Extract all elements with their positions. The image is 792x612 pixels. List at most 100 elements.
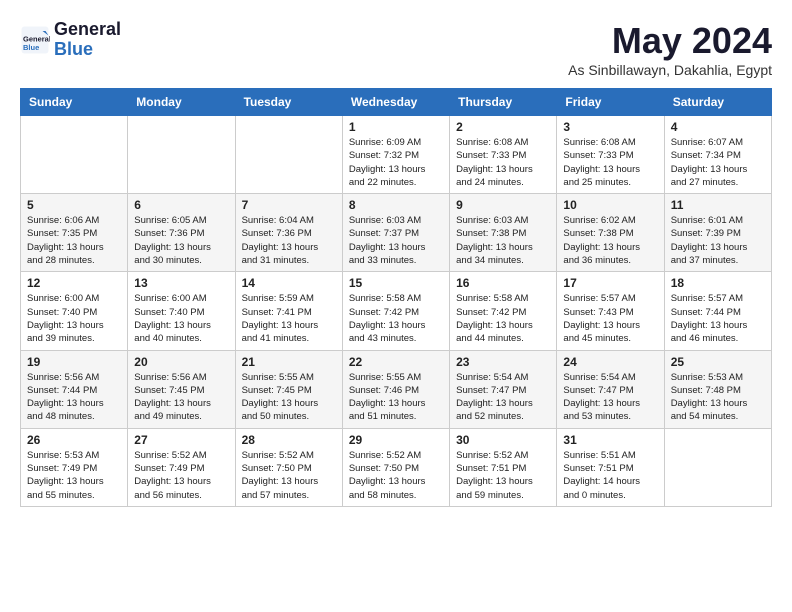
calendar-cell: 17 Sunrise: 5:57 AM Sunset: 7:43 PM Dayli… <box>557 272 664 350</box>
day-number: 2 <box>456 120 550 134</box>
weekday-header-thursday: Thursday <box>450 89 557 116</box>
calendar-cell: 16 Sunrise: 5:58 AM Sunset: 7:42 PM Dayli… <box>450 272 557 350</box>
day-number: 26 <box>27 433 121 447</box>
day-number: 29 <box>349 433 443 447</box>
day-info: Sunrise: 6:08 AM Sunset: 7:33 PM Dayligh… <box>563 136 657 189</box>
page-header: General Blue General Blue May 2024 As Si… <box>20 20 772 78</box>
day-info: Sunrise: 5:53 AM Sunset: 7:49 PM Dayligh… <box>27 449 121 502</box>
weekday-header-friday: Friday <box>557 89 664 116</box>
calendar-cell: 4 Sunrise: 6:07 AM Sunset: 7:34 PM Daylig… <box>664 116 771 194</box>
day-info: Sunrise: 5:58 AM Sunset: 7:42 PM Dayligh… <box>456 292 550 345</box>
calendar-cell: 21 Sunrise: 5:55 AM Sunset: 7:45 PM Dayli… <box>235 350 342 428</box>
calendar-cell: 7Sunrise: 6:04 AM Sunset: 7:36 PM Daylig… <box>235 194 342 272</box>
day-number: 18 <box>671 276 765 290</box>
day-info: Sunrise: 6:03 AM Sunset: 7:38 PM Dayligh… <box>456 214 550 267</box>
day-number: 25 <box>671 355 765 369</box>
calendar-cell <box>664 428 771 506</box>
day-info: Sunrise: 6:07 AM Sunset: 7:34 PM Dayligh… <box>671 136 765 189</box>
day-info: Sunrise: 5:56 AM Sunset: 7:44 PM Dayligh… <box>27 371 121 424</box>
calendar-cell: 8 Sunrise: 6:03 AM Sunset: 7:37 PM Daylig… <box>342 194 449 272</box>
calendar-cell: 2Sunrise: 6:08 AM Sunset: 7:33 PM Daylig… <box>450 116 557 194</box>
day-number: 21 <box>242 355 336 369</box>
day-info: Sunrise: 6:09 AM Sunset: 7:32 PM Dayligh… <box>349 136 443 189</box>
month-title: May 2024 <box>568 20 772 62</box>
calendar-cell: 25Sunrise: 5:53 AM Sunset: 7:48 PM Dayli… <box>664 350 771 428</box>
svg-text:Blue: Blue <box>23 43 39 52</box>
day-info: Sunrise: 5:56 AM Sunset: 7:45 PM Dayligh… <box>134 371 228 424</box>
day-number: 16 <box>456 276 550 290</box>
day-number: 20 <box>134 355 228 369</box>
day-number: 17 <box>563 276 657 290</box>
day-info: Sunrise: 5:52 AM Sunset: 7:50 PM Dayligh… <box>349 449 443 502</box>
day-info: Sunrise: 6:00 AM Sunset: 7:40 PM Dayligh… <box>134 292 228 345</box>
calendar-cell <box>128 116 235 194</box>
day-info: Sunrise: 5:52 AM Sunset: 7:49 PM Dayligh… <box>134 449 228 502</box>
day-number: 7 <box>242 198 336 212</box>
calendar-week-row: 5Sunrise: 6:06 AM Sunset: 7:35 PM Daylig… <box>21 194 772 272</box>
calendar-cell: 5Sunrise: 6:06 AM Sunset: 7:35 PM Daylig… <box>21 194 128 272</box>
title-block: May 2024 As Sinbillawayn, Dakahlia, Egyp… <box>568 20 772 78</box>
day-number: 6 <box>134 198 228 212</box>
day-number: 27 <box>134 433 228 447</box>
day-info: Sunrise: 5:55 AM Sunset: 7:46 PM Dayligh… <box>349 371 443 424</box>
logo-general: General <box>54 19 121 39</box>
day-info: Sunrise: 5:55 AM Sunset: 7:45 PM Dayligh… <box>242 371 336 424</box>
day-number: 31 <box>563 433 657 447</box>
calendar-cell: 27 Sunrise: 5:52 AM Sunset: 7:49 PM Dayli… <box>128 428 235 506</box>
day-number: 4 <box>671 120 765 134</box>
calendar-cell: 12Sunrise: 6:00 AM Sunset: 7:40 PM Dayli… <box>21 272 128 350</box>
day-info: Sunrise: 5:57 AM Sunset: 7:43 PM Dayligh… <box>563 292 657 345</box>
day-number: 10 <box>563 198 657 212</box>
calendar-cell: 15Sunrise: 5:58 AM Sunset: 7:42 PM Dayli… <box>342 272 449 350</box>
calendar-cell: 1 Sunrise: 6:09 AM Sunset: 7:32 PM Daylig… <box>342 116 449 194</box>
day-info: Sunrise: 5:57 AM Sunset: 7:44 PM Dayligh… <box>671 292 765 345</box>
calendar-cell <box>235 116 342 194</box>
calendar-cell: 24Sunrise: 5:54 AM Sunset: 7:47 PM Dayli… <box>557 350 664 428</box>
day-info: Sunrise: 5:59 AM Sunset: 7:41 PM Dayligh… <box>242 292 336 345</box>
day-number: 8 <box>349 198 443 212</box>
day-number: 24 <box>563 355 657 369</box>
day-number: 15 <box>349 276 443 290</box>
weekday-header-wednesday: Wednesday <box>342 89 449 116</box>
calendar-week-row: 26 Sunrise: 5:53 AM Sunset: 7:49 PM Dayli… <box>21 428 772 506</box>
day-info: Sunrise: 6:06 AM Sunset: 7:35 PM Dayligh… <box>27 214 121 267</box>
day-number: 13 <box>134 276 228 290</box>
day-info: Sunrise: 6:01 AM Sunset: 7:39 PM Dayligh… <box>671 214 765 267</box>
calendar-week-row: 1 Sunrise: 6:09 AM Sunset: 7:32 PM Daylig… <box>21 116 772 194</box>
weekday-header-sunday: Sunday <box>21 89 128 116</box>
calendar-cell: 6Sunrise: 6:05 AM Sunset: 7:36 PM Daylig… <box>128 194 235 272</box>
day-number: 23 <box>456 355 550 369</box>
day-number: 12 <box>27 276 121 290</box>
calendar-week-row: 19 Sunrise: 5:56 AM Sunset: 7:44 PM Dayli… <box>21 350 772 428</box>
calendar-cell: 23 Sunrise: 5:54 AM Sunset: 7:47 PM Dayli… <box>450 350 557 428</box>
logo-icon: General Blue <box>20 25 50 55</box>
day-info: Sunrise: 6:03 AM Sunset: 7:37 PM Dayligh… <box>349 214 443 267</box>
calendar-cell: 11 Sunrise: 6:01 AM Sunset: 7:39 PM Dayli… <box>664 194 771 272</box>
calendar-cell: 26 Sunrise: 5:53 AM Sunset: 7:49 PM Dayli… <box>21 428 128 506</box>
day-number: 9 <box>456 198 550 212</box>
weekday-header-row: SundayMondayTuesdayWednesdayThursdayFrid… <box>21 89 772 116</box>
calendar-cell: 22Sunrise: 5:55 AM Sunset: 7:46 PM Dayli… <box>342 350 449 428</box>
calendar-cell <box>21 116 128 194</box>
logo: General Blue General Blue <box>20 20 121 60</box>
logo-blue: Blue <box>54 39 93 59</box>
calendar-cell: 10 Sunrise: 6:02 AM Sunset: 7:38 PM Dayli… <box>557 194 664 272</box>
calendar-cell: 9 Sunrise: 6:03 AM Sunset: 7:38 PM Daylig… <box>450 194 557 272</box>
day-number: 19 <box>27 355 121 369</box>
day-number: 30 <box>456 433 550 447</box>
logo-text: General Blue <box>54 20 121 60</box>
calendar-cell: 18 Sunrise: 5:57 AM Sunset: 7:44 PM Dayli… <box>664 272 771 350</box>
day-info: Sunrise: 6:02 AM Sunset: 7:38 PM Dayligh… <box>563 214 657 267</box>
day-info: Sunrise: 5:52 AM Sunset: 7:51 PM Dayligh… <box>456 449 550 502</box>
calendar-cell: 19 Sunrise: 5:56 AM Sunset: 7:44 PM Dayli… <box>21 350 128 428</box>
calendar-cell: 14Sunrise: 5:59 AM Sunset: 7:41 PM Dayli… <box>235 272 342 350</box>
weekday-header-tuesday: Tuesday <box>235 89 342 116</box>
day-info: Sunrise: 5:54 AM Sunset: 7:47 PM Dayligh… <box>456 371 550 424</box>
day-number: 3 <box>563 120 657 134</box>
calendar-week-row: 12 Sunrise: 6:00 AM Sunset: 7:40 PM Dayli… <box>21 272 772 350</box>
day-number: 11 <box>671 198 765 212</box>
day-number: 1 <box>349 120 443 134</box>
calendar-cell: 29 Sunrise: 5:52 AM Sunset: 7:50 PM Dayli… <box>342 428 449 506</box>
day-info: Sunrise: 5:51 AM Sunset: 7:51 PM Dayligh… <box>563 449 657 502</box>
day-number: 28 <box>242 433 336 447</box>
